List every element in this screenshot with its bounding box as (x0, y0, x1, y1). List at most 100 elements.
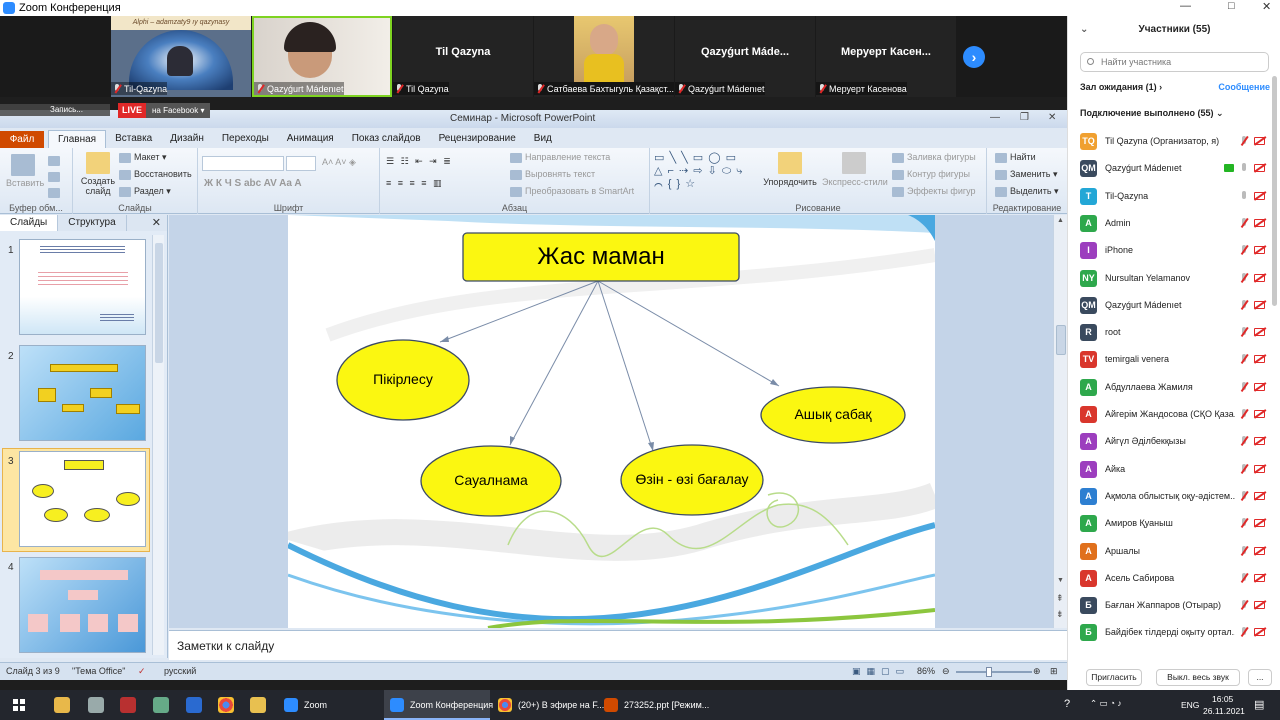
shape-fill-button[interactable]: Заливка фигуры (892, 152, 976, 163)
collapse-chevron-icon[interactable]: ⌄ (1080, 16, 1088, 44)
mic-muted-icon[interactable] (1240, 381, 1248, 393)
new-slide-button[interactable]: Создать слайд (79, 152, 117, 196)
participant-row[interactable]: А Абдуллаева Жамиля (1068, 374, 1272, 401)
input-language[interactable]: ENG (1181, 700, 1199, 710)
ppt-restore-icon[interactable]: ❐ (1020, 112, 1029, 123)
video-tile[interactable]: Сатбаева Бахтыгуль Қазақст... (534, 16, 674, 97)
chrome-icon[interactable] (218, 697, 234, 713)
participant-row[interactable]: QM Qazyǵurt Mádenıet (1068, 155, 1272, 182)
camera-off-icon[interactable] (1254, 137, 1265, 145)
mic-muted-icon[interactable] (1240, 572, 1248, 584)
font-style-buttons[interactable]: Ж К Ч S abc AV Aa A (204, 178, 302, 189)
participant-row[interactable]: Rroot (1068, 319, 1272, 346)
tab-slides[interactable]: Слайды (0, 215, 59, 231)
live-badge[interactable]: LIVE (118, 103, 147, 118)
mic-muted-icon[interactable] (1240, 354, 1248, 365)
mic-icon[interactable] (1240, 163, 1248, 174)
participant-row[interactable]: А Асель Сабирова (1068, 565, 1272, 592)
camera-off-icon[interactable] (1254, 546, 1265, 555)
video-tile-active-speaker[interactable]: Qazyǵurt Mádenıet (252, 16, 392, 97)
tab-transitions[interactable]: Переходы (213, 130, 278, 148)
tab-animation[interactable]: Анимация (278, 130, 343, 148)
folder-icon[interactable] (250, 697, 266, 713)
app-icon[interactable] (120, 697, 136, 713)
fit-slide-icon[interactable]: ⊞ (1050, 666, 1058, 677)
tab-slideshow[interactable]: Показ слайдов (343, 130, 430, 148)
next-slide-icon[interactable]: ⇟ (1056, 609, 1064, 620)
maximize-icon[interactable]: □ (1228, 0, 1235, 12)
select-button[interactable]: Выделить ▾ (995, 186, 1059, 197)
participant-row[interactable]: А Айка (1068, 456, 1272, 483)
camera-off-icon[interactable] (1254, 628, 1265, 637)
spellcheck-icon[interactable]: ✓ (138, 666, 146, 677)
mic-muted-icon[interactable] (1240, 600, 1248, 611)
participant-row[interactable]: А Аршалы (1068, 538, 1272, 565)
camera-off-icon[interactable] (1254, 601, 1265, 610)
participant-row[interactable]: TV temirgali venera (1068, 346, 1272, 373)
slide-thumbnail-4[interactable] (19, 557, 146, 653)
notes-pane[interactable]: Заметки к слайду (169, 630, 1067, 660)
tab-insert[interactable]: Вставка (106, 130, 161, 148)
reset-button[interactable]: Восстановить (119, 169, 192, 180)
settings-gear-icon[interactable] (88, 697, 104, 713)
recording-indicator[interactable]: Запись... (0, 104, 110, 116)
scroll-up-icon[interactable]: ▲ (1057, 217, 1064, 224)
taskbar-powerpoint[interactable]: 273252.ppt [Режим... (598, 690, 709, 720)
participant-row[interactable]: A Admin (1068, 210, 1272, 237)
camera-off-icon[interactable] (1254, 573, 1265, 582)
video-tile[interactable]: Alphi – adamzaty9 ıy qazynasy Til-Qazyna (111, 16, 251, 97)
mute-all-button[interactable]: Выкл. весь звук (1156, 669, 1240, 686)
slides-panel-scrollbar[interactable] (152, 235, 164, 655)
message-button[interactable]: Сообщение (1218, 82, 1270, 92)
participant-row[interactable]: Б Байдібек тілдерді оқыту ортал... (1068, 619, 1272, 646)
zoom-slider-thumb[interactable] (986, 667, 992, 677)
mic-muted-icon[interactable] (1240, 245, 1248, 256)
file-tab[interactable]: Файл (0, 131, 44, 148)
mic-muted-icon[interactable] (1240, 272, 1248, 284)
participant-search-input[interactable]: Найти участника (1080, 52, 1269, 72)
taskbar-chrome[interactable]: (20+) В эфире на F... (492, 690, 604, 720)
camera-off-icon[interactable] (1254, 382, 1265, 391)
file-explorer-icon[interactable] (54, 697, 70, 713)
participant-row[interactable]: TQ Til Qazyna (Организатор, я) (1068, 128, 1272, 155)
camera-off-icon[interactable] (1254, 191, 1265, 200)
ppt-minimize-icon[interactable]: — (990, 112, 1000, 123)
participant-row[interactable]: Б Бағлан Жаппаров (Отырар) (1068, 592, 1272, 619)
video-tile[interactable]: Qazyǵurt Máde... Qazyǵurt Mádenıet (675, 16, 815, 97)
text-direction-button[interactable]: Направление текста (510, 152, 610, 163)
mic-muted-icon[interactable] (1240, 436, 1248, 447)
view-buttons[interactable]: ▣▦▢▭ (852, 666, 910, 677)
mic-muted-icon[interactable] (1240, 518, 1248, 529)
align-buttons[interactable]: ≡ ≡ ≡ ≡ ▥ (386, 178, 444, 189)
copy-icon[interactable] (48, 172, 60, 182)
participant-row[interactable]: T Til-Qazyna (1068, 183, 1272, 210)
camera-off-icon[interactable] (1254, 491, 1265, 500)
connected-section-toggle[interactable]: Подключение выполнено (55) ⌄ (1080, 108, 1224, 119)
current-slide[interactable]: Жас маман Пікірлесу Сауалнама Өзін - өзі… (288, 215, 935, 628)
camera-off-icon[interactable] (1254, 437, 1265, 446)
paste-button[interactable]: Вставить (6, 154, 44, 188)
slide-thumbnail-3[interactable] (19, 451, 146, 547)
tab-outline[interactable]: Структура (58, 215, 127, 231)
camera-off-icon[interactable] (1254, 273, 1265, 282)
mic-muted-icon[interactable] (1240, 490, 1248, 502)
tab-design[interactable]: Дизайн (161, 130, 213, 148)
slide-vertical-scrollbar[interactable]: ▲ ▼ ⇞ ⇟ (1053, 215, 1067, 628)
video-tile[interactable]: Til Qazyna Til Qazyna (393, 16, 533, 97)
mic-icon[interactable] (1240, 190, 1248, 202)
app-icon[interactable] (186, 697, 202, 713)
zoom-slider[interactable] (956, 667, 1032, 677)
camera-off-icon[interactable] (1254, 410, 1265, 418)
mic-muted-icon[interactable] (1240, 136, 1248, 147)
next-page-arrow-icon[interactable]: › (963, 46, 985, 68)
participant-row[interactable]: А Айгүл Әділбекқызы (1068, 428, 1272, 455)
help-icon[interactable]: ? (1064, 698, 1070, 710)
mic-muted-icon[interactable] (1240, 327, 1248, 338)
camera-off-icon[interactable] (1254, 246, 1265, 255)
minimize-icon[interactable]: — (1180, 0, 1191, 12)
scroll-down-icon[interactable]: ▼ (1057, 577, 1064, 584)
list-buttons[interactable]: ☰ ☷ ⇤ ⇥ ≣ (386, 156, 453, 167)
shape-outline-button[interactable]: Контур фигуры (892, 169, 970, 180)
close-icon[interactable]: ✕ (1262, 0, 1271, 13)
taskbar-zoom[interactable]: Zoom (278, 690, 378, 720)
